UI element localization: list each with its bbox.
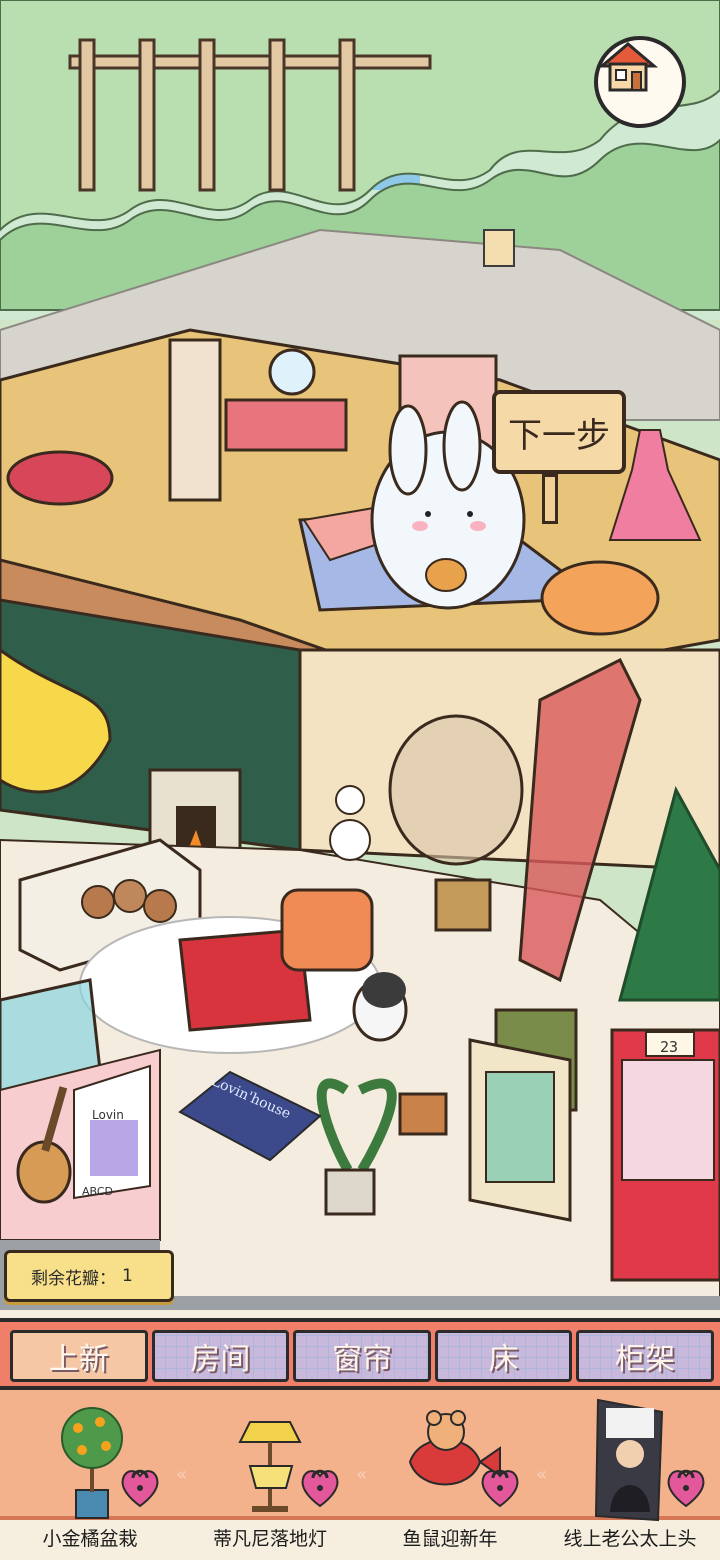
tab-room[interactable]: 房间 [151,1330,290,1382]
item-name: 蒂凡尼落地灯 [212,1528,327,1550]
tab-label: 窗帘 [331,1342,392,1377]
lock-icon[interactable] [298,1466,342,1508]
sign-post [542,474,558,524]
remaining-petals-counter: 剩余花瓣： 1 [4,1250,174,1302]
tab-label: 柜架 [615,1342,676,1377]
item-name: 鱼鼠迎新年 [402,1528,498,1550]
poster-caption: ABCD [82,1185,114,1198]
lock-icon[interactable] [478,1466,522,1508]
poster-name: Lovin [92,1108,124,1122]
lock-icon[interactable] [664,1466,708,1508]
item-card-fish-mouse[interactable] [360,1392,540,1522]
tab-shelf[interactable]: 柜架 [576,1330,714,1382]
claw-machine-number: 23 [660,1038,679,1056]
next-step-sign[interactable]: 下一步 [492,390,626,474]
item-card-tiffany-lamp[interactable] [180,1392,360,1522]
tab-new[interactable]: 上新 [10,1330,148,1382]
petals-label: 剩余花瓣： [31,1268,116,1289]
lock-icon[interactable] [118,1466,162,1508]
item-card-kumquat[interactable] [0,1392,180,1522]
house-icon [598,42,658,92]
item-name: 线上老公太上头 [563,1528,697,1550]
tab-bed[interactable]: 床 [434,1330,573,1382]
category-tab-bar: 上新 房间 窗帘 床 柜架 [0,1318,720,1390]
tab-label: 上新 [48,1342,109,1377]
item-card-online-husband[interactable] [540,1392,720,1522]
item-name: 小金橘盆栽 [42,1528,138,1550]
home-button[interactable] [594,36,686,128]
petals-count: 1 [122,1266,133,1286]
tab-label: 房间 [190,1342,251,1377]
tab-curtain[interactable]: 窗帘 [293,1330,431,1382]
game-scene: 下一步 Lovin'house Lovin ABCD 23 [0,0,720,1310]
tab-label: 床 [488,1342,519,1377]
